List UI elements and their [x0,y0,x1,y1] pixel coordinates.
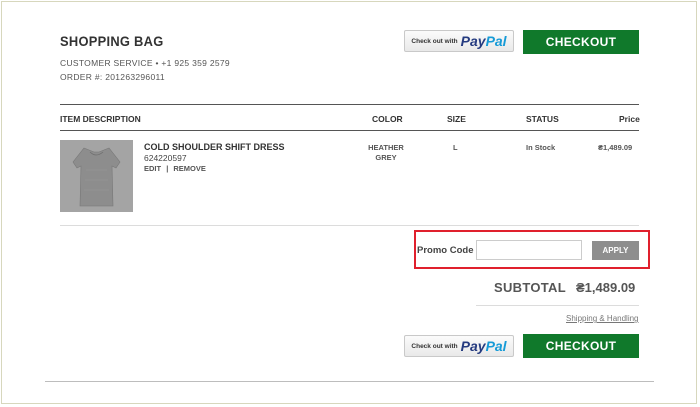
item-color-line2: GREY [375,153,397,162]
divider [60,104,639,105]
divider [60,130,639,131]
remove-link[interactable]: REMOVE [173,164,206,173]
col-item-description: ITEM DESCRIPTION [60,114,141,124]
paypal-checkout-button-top[interactable]: Check out with PayPal [404,30,514,52]
apply-button[interactable]: APPLY [592,241,639,260]
product-image[interactable] [60,140,133,212]
col-size: SIZE [447,114,466,124]
customer-service: CUSTOMER SERVICE • +1 925 359 2579 [60,58,230,68]
item-price: ₴1,489.09 [598,143,633,152]
col-status: STATUS [526,114,559,124]
paypal-prefix: Check out with [411,342,458,350]
page-title: SHOPPING BAG [60,33,164,49]
item-actions: EDIT | REMOVE [144,164,206,173]
divider [476,305,639,306]
promo-label: Promo Code [417,245,474,256]
action-separator: | [166,164,169,173]
item-size: L [453,143,458,152]
col-color: COLOR [372,114,403,124]
checkout-button-top[interactable]: CHECKOUT [523,30,639,54]
subtotal-value: ₴1,489.09 [576,280,636,295]
paypal-prefix: Check out with [411,37,458,45]
item-status: In Stock [526,143,556,152]
paypal-logo: PayPal [460,338,507,354]
divider [45,381,654,382]
item-sku: 624220597 [144,153,187,163]
order-number: ORDER #: 201263296011 [60,72,165,82]
item-name: COLD SHOULDER SHIFT DRESS [144,142,285,152]
item-color: HEATHER GREY [368,143,404,163]
checkout-button-bottom[interactable]: CHECKOUT [523,334,639,358]
divider [60,225,639,226]
subtotal-label: SUBTOTAL [494,280,566,295]
shipping-handling-link[interactable]: Shipping & Handling [566,314,639,323]
promo-code-input[interactable] [476,240,582,260]
edit-link[interactable]: EDIT [144,164,161,173]
col-price: Price [619,114,640,124]
paypal-checkout-button-bottom[interactable]: Check out with PayPal [404,335,514,357]
paypal-logo: PayPal [460,33,507,49]
item-color-line1: HEATHER [368,143,404,152]
dress-image [60,140,133,212]
